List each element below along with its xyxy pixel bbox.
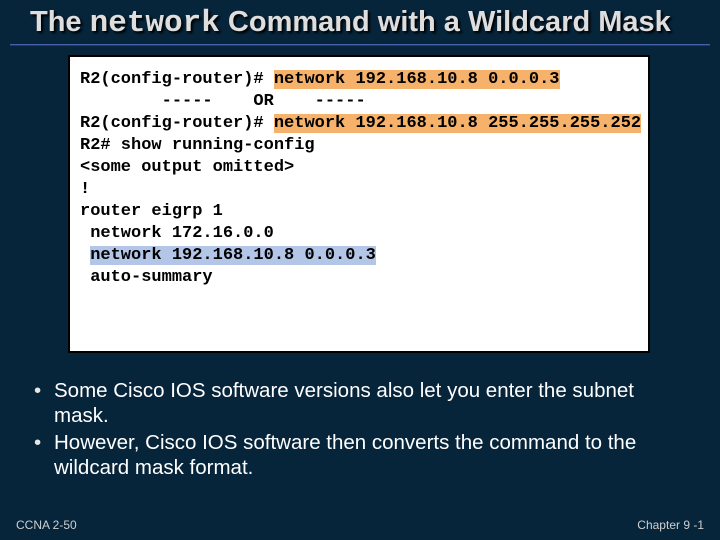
term-line-10: auto-summary: [80, 267, 638, 289]
term-or: ----- OR -----: [80, 91, 638, 113]
term-line-3: R2(config-router)# network 192.168.10.8 …: [80, 113, 638, 135]
term-line-1: R2(config-router)# network 192.168.10.8 …: [80, 69, 638, 91]
term-line-4: R2# show running-config: [80, 135, 638, 157]
terminal-output: R2(config-router)# network 192.168.10.8 …: [68, 55, 650, 353]
footer-left: CCNA 2-50: [16, 518, 77, 532]
term-cmd-3: network 192.168.10.8 255.255.255.252: [274, 114, 641, 133]
term-prompt-3: R2(config-router)#: [80, 114, 274, 133]
term-hl-9: network 192.168.10.8 0.0.0.3: [90, 246, 376, 265]
title-suffix: Command with a Wildcard Mask: [220, 6, 671, 38]
bullet-item: Some Cisco IOS software versions also le…: [30, 378, 690, 428]
bullet-list: Some Cisco IOS software versions also le…: [30, 378, 690, 482]
term-cmd-1: network 192.168.10.8 0.0.0.3: [274, 70, 560, 89]
title-prefix: The: [30, 6, 90, 38]
term-line-5: <some output omitted>: [80, 157, 638, 179]
footer-right: Chapter 9 -1: [637, 518, 704, 532]
term-line-7: router eigrp 1: [80, 201, 638, 223]
page-title: The network Command with a Wildcard Mask: [30, 6, 690, 41]
term-indent-9: [80, 246, 90, 265]
title-underline: [10, 44, 710, 46]
term-line-6: !: [80, 179, 638, 201]
slide: The network Command with a Wildcard Mask…: [0, 0, 720, 540]
title-mono: network: [90, 6, 220, 41]
term-line-9: network 192.168.10.8 0.0.0.3: [80, 245, 638, 267]
term-prompt-1: R2(config-router)#: [80, 70, 274, 89]
bullet-item: However, Cisco IOS software then convert…: [30, 430, 690, 480]
term-line-8: network 172.16.0.0: [80, 223, 638, 245]
